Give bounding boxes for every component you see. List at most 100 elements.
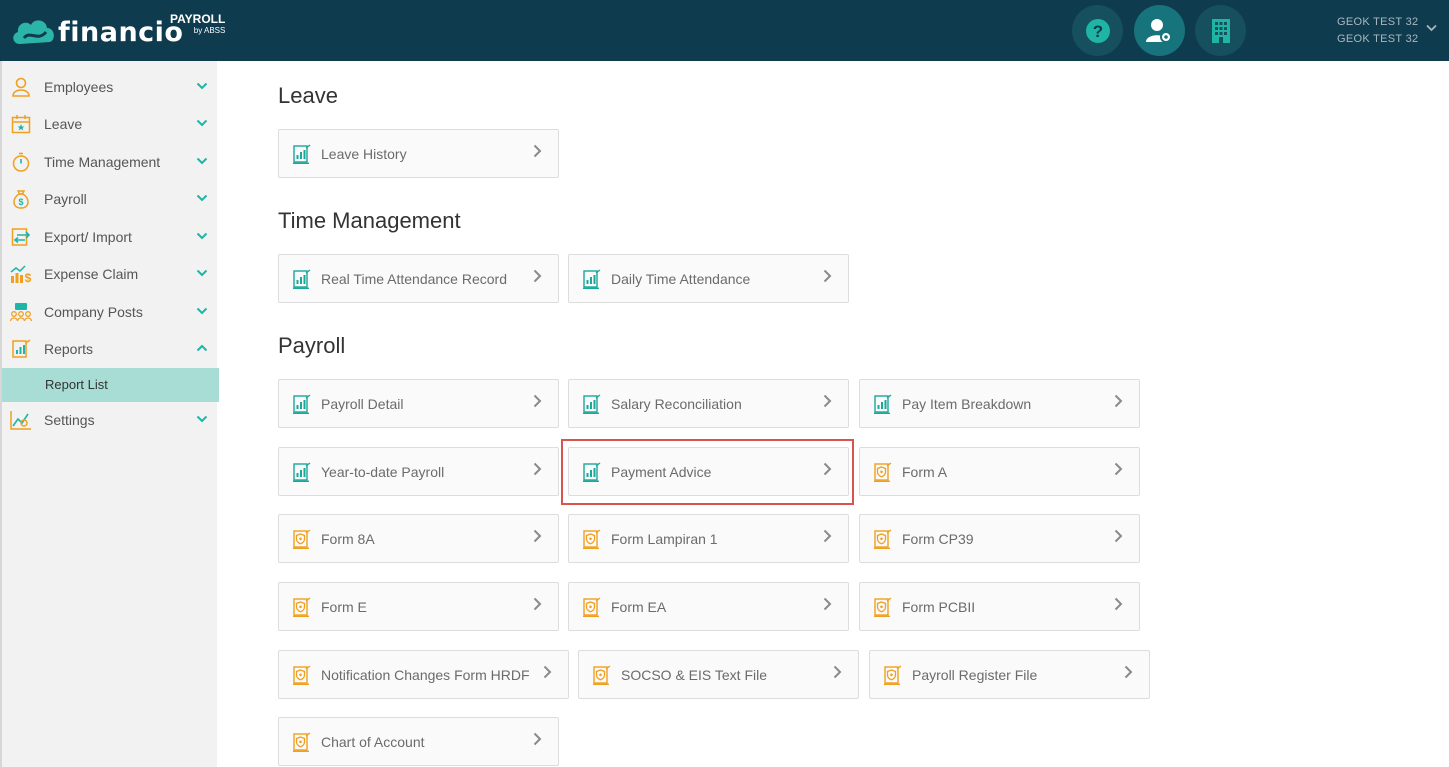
chevron-right-icon	[1114, 597, 1123, 611]
section-title-time-management: Time Management	[278, 208, 461, 233]
form-document-icon	[874, 529, 892, 549]
report-document-icon	[874, 394, 892, 414]
report-card-socso-eis[interactable]: SOCSO & EIS Text File	[578, 650, 859, 699]
product-label: PAYROLL by ABSS	[170, 12, 225, 36]
chevron-right-icon	[823, 597, 832, 611]
report-card-form-e[interactable]: Form E	[278, 582, 559, 631]
chevron-down-icon	[196, 307, 208, 315]
sidebar-subitem-report-list[interactable]: Report List	[2, 368, 219, 402]
report-icon	[10, 338, 32, 360]
user-account[interactable]: GEOK TEST 32 GEOK TEST 32	[1337, 14, 1418, 48]
report-card-form-lampiran-1[interactable]: Form Lampiran 1	[568, 514, 849, 563]
chevron-down-icon[interactable]	[1426, 24, 1437, 32]
report-document-icon	[293, 394, 311, 414]
form-document-icon	[884, 665, 902, 685]
report-card-label: Payroll Detail	[321, 396, 404, 412]
svg-text:$: $	[18, 197, 23, 207]
report-card-label: Pay Item Breakdown	[902, 396, 1032, 412]
sidebar-item-employees[interactable]: Employees	[2, 68, 219, 105]
user-settings-button[interactable]	[1134, 5, 1185, 56]
svg-text:$: $	[25, 271, 32, 284]
chevron-down-icon	[196, 269, 208, 277]
report-document-icon	[583, 269, 601, 289]
chevron-right-icon	[543, 665, 552, 679]
user-gear-icon	[1145, 18, 1172, 43]
settings-chart-icon	[10, 409, 32, 431]
calendar-icon	[10, 113, 32, 135]
help-button[interactable]: ?	[1072, 5, 1123, 56]
report-card-label: SOCSO & EIS Text File	[621, 667, 768, 683]
report-card-label: Form A	[902, 464, 948, 480]
sidebar-item-time-management[interactable]: Time Management	[2, 143, 219, 180]
report-card-label: Leave History	[321, 146, 407, 162]
report-card-label: Form EA	[611, 599, 667, 615]
form-document-icon	[293, 665, 311, 685]
chevron-right-icon	[533, 394, 542, 408]
company-button[interactable]	[1195, 5, 1246, 56]
chevron-down-icon	[196, 119, 208, 127]
sidebar-item-payroll[interactable]: $ Payroll	[2, 180, 219, 217]
sidebar-item-label: Company Posts	[44, 303, 143, 320]
sidebar-item-expense-claim[interactable]: $ Expense Claim	[2, 255, 219, 292]
financio-logo[interactable]: financio	[10, 12, 183, 52]
people-chat-icon	[10, 301, 32, 323]
report-card-label: Real Time Attendance Record	[321, 271, 507, 287]
sidebar-item-export-import[interactable]: Export/ Import	[2, 218, 219, 255]
chevron-right-icon	[533, 732, 542, 746]
report-card-leave-history[interactable]: Leave History	[278, 129, 559, 178]
report-document-icon	[293, 144, 311, 164]
chevron-right-icon	[1124, 665, 1133, 679]
sidebar-item-company-posts[interactable]: Company Posts	[2, 293, 219, 330]
chevron-right-icon	[533, 144, 542, 158]
report-card-label: Salary Reconciliation	[611, 396, 742, 412]
chevron-right-icon	[833, 665, 842, 679]
report-document-icon	[293, 269, 311, 289]
sidebar-item-label: Leave	[44, 115, 83, 132]
form-document-icon	[583, 597, 601, 617]
report-card-label: Notification Changes Form HRDF	[321, 667, 530, 683]
sidebar-item-label: Employees	[44, 78, 114, 95]
sidebar-item-label: Payroll	[44, 190, 87, 207]
cloud-logo-icon	[13, 20, 54, 44]
chevron-right-icon	[823, 269, 832, 283]
report-card-form-ea[interactable]: Form EA	[568, 582, 849, 631]
report-card-pay-item-breakdown[interactable]: Pay Item Breakdown	[859, 379, 1140, 428]
report-card-salary-reconciliation[interactable]: Salary Reconciliation	[568, 379, 849, 428]
sidebar-item-label: Settings	[44, 411, 95, 428]
money-bag-icon: $	[10, 188, 32, 210]
form-document-icon	[593, 665, 611, 685]
form-document-icon	[293, 529, 311, 549]
chevron-down-icon	[196, 82, 208, 90]
sidebar-item-reports[interactable]: Reports	[2, 330, 219, 367]
report-card-payroll-register[interactable]: Payroll Register File	[869, 650, 1150, 699]
product-by: by ABSS	[193, 26, 226, 35]
chevron-right-icon	[1114, 462, 1123, 476]
chevron-right-icon	[823, 394, 832, 408]
selection-highlight	[561, 439, 854, 505]
report-card-payroll-detail[interactable]: Payroll Detail	[278, 379, 559, 428]
report-card-form-pcbii[interactable]: Form PCBII	[859, 582, 1140, 631]
form-document-icon	[583, 529, 601, 549]
svg-text:?: ?	[1092, 22, 1102, 41]
expense-chart-icon: $	[10, 263, 32, 285]
chevron-right-icon	[533, 597, 542, 611]
report-card-form-a[interactable]: Form A	[859, 447, 1140, 496]
sidebar-item-leave[interactable]: Leave	[2, 105, 219, 142]
logo-text: financio	[58, 16, 184, 48]
report-card-notification-hrdf[interactable]: Notification Changes Form HRDF	[278, 650, 569, 699]
report-card-ytd-payroll[interactable]: Year-to-date Payroll	[278, 447, 559, 496]
report-card-form-8a[interactable]: Form 8A	[278, 514, 559, 563]
report-card-chart-of-account[interactable]: Chart of Account	[278, 717, 559, 766]
report-card-label: Form PCBII	[902, 599, 976, 615]
chevron-right-icon	[533, 462, 542, 476]
company-name: GEOK TEST 32	[1337, 33, 1419, 45]
sidebar-subitem-label: Report List	[45, 377, 108, 392]
report-card-daily-time-attendance[interactable]: Daily Time Attendance	[568, 254, 849, 303]
chevron-right-icon	[823, 529, 832, 543]
report-card-label: Daily Time Attendance	[611, 271, 751, 287]
report-card-real-time-attendance[interactable]: Real Time Attendance Record	[278, 254, 559, 303]
report-card-form-cp39[interactable]: Form CP39	[859, 514, 1140, 563]
report-card-label: Form E	[321, 599, 367, 615]
report-card-label: Year-to-date Payroll	[321, 464, 445, 480]
sidebar-item-settings[interactable]: Settings	[2, 401, 219, 438]
